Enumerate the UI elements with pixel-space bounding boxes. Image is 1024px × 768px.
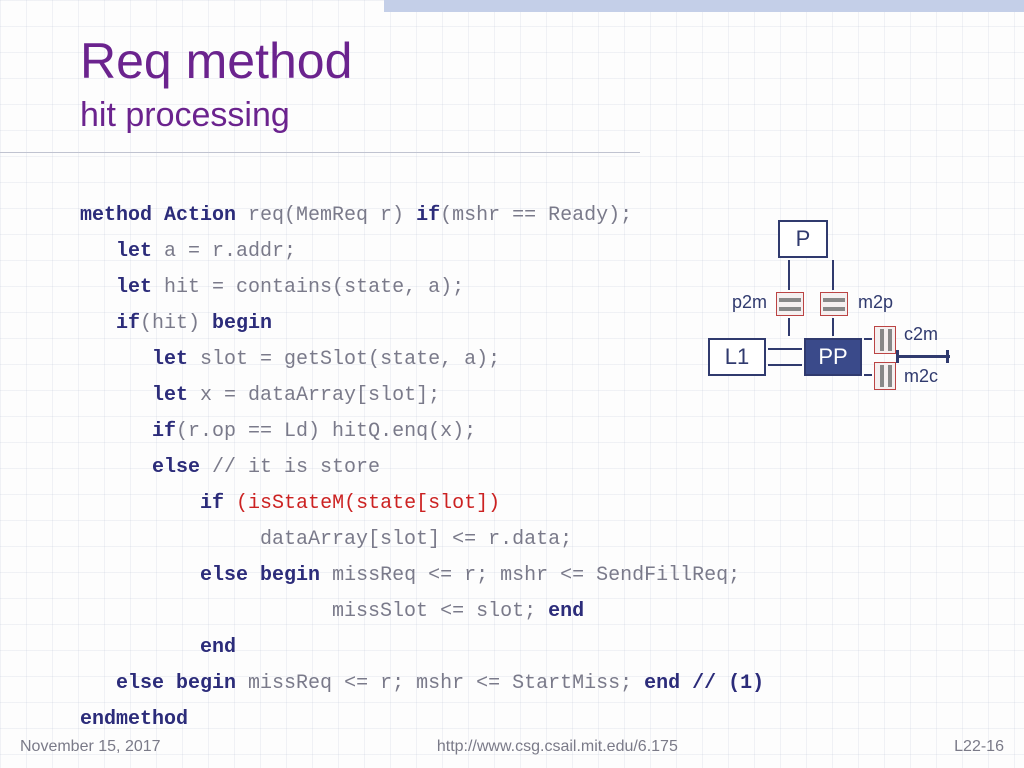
arrow — [864, 338, 872, 340]
queue-m2p — [820, 292, 848, 316]
code-text: slot = getSlot(state, a); — [188, 348, 500, 371]
code-text: (r.op == Ld) hitQ.enq(x); — [176, 420, 476, 443]
label-p2m: p2m — [732, 292, 767, 313]
code-text: missReq <= r; mshr <= StartMiss; — [236, 672, 632, 695]
code-block: method Action req(MemReq r) if(mshr == R… — [80, 162, 764, 738]
slide-footer: November 15, 2017 http://www.csg.csail.m… — [20, 738, 1004, 756]
kw: if — [200, 492, 224, 515]
code-text: (mshr == Ready); — [440, 204, 632, 227]
arrow — [788, 260, 790, 290]
kw: else begin — [116, 672, 236, 695]
footer-date: November 15, 2017 — [20, 738, 161, 756]
kw: else — [152, 456, 200, 479]
arrow — [896, 350, 899, 363]
label-m2p: m2p — [858, 292, 893, 313]
kw: let — [152, 348, 188, 371]
queue-m2c — [874, 362, 896, 390]
decorative-top-bar — [384, 0, 1024, 12]
kw: if — [116, 312, 140, 335]
label-c2m: c2m — [904, 324, 938, 345]
queue-c2m — [874, 326, 896, 354]
arrow — [898, 355, 950, 358]
title-underline — [0, 152, 640, 153]
arrow — [768, 348, 802, 350]
arrow — [946, 350, 949, 363]
footer-page: L22-16 — [954, 738, 1004, 756]
code-text: x = dataArray[slot]; — [188, 384, 440, 407]
code-text: req(MemReq r) — [236, 204, 416, 227]
kw: if — [416, 204, 440, 227]
kw: end // (1) — [632, 672, 764, 695]
footer-url: http://www.csg.csail.mit.edu/6.175 — [437, 738, 678, 756]
code-text: // it is store — [200, 456, 380, 479]
arrow — [768, 364, 802, 366]
code-text: (hit) — [140, 312, 200, 335]
code-text: dataArray[slot] <= r.data; — [260, 528, 572, 551]
code-text: missReq <= r; mshr <= SendFillReq; — [320, 564, 740, 587]
kw: endmethod — [80, 708, 188, 731]
architecture-diagram: P L1 PP p2m m2p c2m m2c — [708, 220, 988, 430]
arrow — [788, 318, 790, 336]
kw: let — [116, 240, 152, 263]
code-text-red: (isStateM(state[slot]) — [224, 492, 500, 515]
queue-p2m — [776, 292, 804, 316]
slide-subtitle: hit processing — [80, 96, 290, 135]
code-text: hit = contains(state, a); — [152, 276, 464, 299]
kw: method Action — [80, 204, 236, 227]
label-m2c: m2c — [904, 366, 938, 387]
kw: end — [536, 600, 584, 623]
kw: let — [116, 276, 152, 299]
kw: let — [152, 384, 188, 407]
code-text: missSlot <= slot; — [332, 600, 536, 623]
arrow — [832, 260, 834, 290]
slide-title: Req method — [80, 32, 352, 90]
arrow — [832, 318, 834, 336]
code-text: a = r.addr; — [152, 240, 296, 263]
kw: end — [200, 636, 236, 659]
kw: if — [152, 420, 176, 443]
kw: else begin — [200, 564, 320, 587]
box-l1: L1 — [708, 338, 766, 376]
kw: begin — [200, 312, 272, 335]
box-p: P — [778, 220, 828, 258]
arrow — [864, 374, 872, 376]
box-pp: PP — [804, 338, 862, 376]
